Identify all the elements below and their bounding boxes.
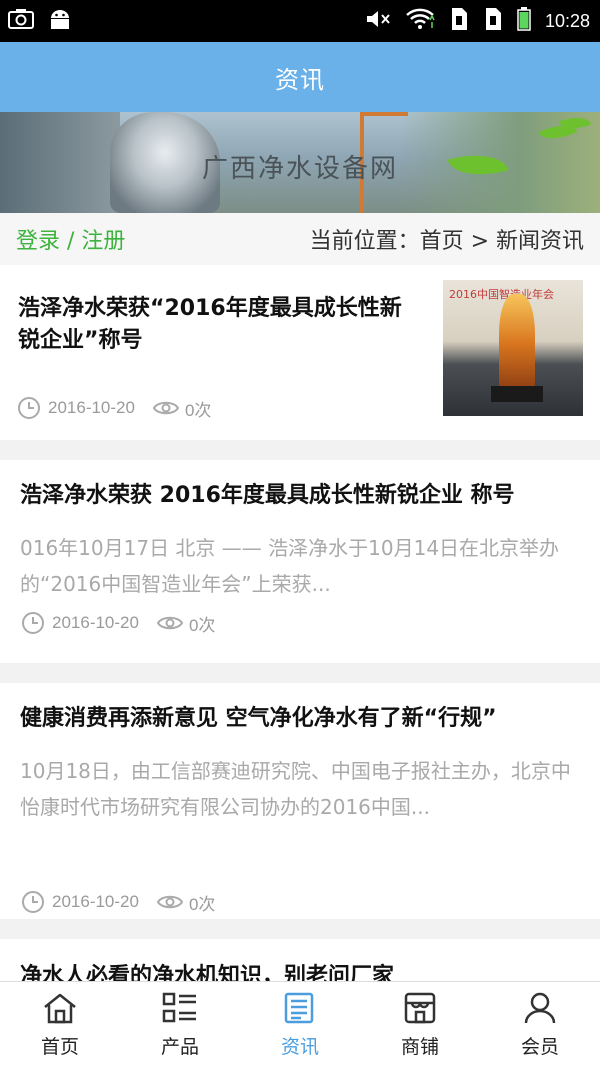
tab-label: 会员: [520, 1036, 559, 1058]
view-count: 0次: [188, 615, 216, 635]
tab-label: 资讯: [280, 1036, 319, 1058]
article-thumbnail[interactable]: 2016中国智造业年会: [443, 280, 583, 416]
battery-icon: [517, 7, 531, 35]
member-icon: [522, 992, 558, 1028]
app-header: 资讯: [0, 42, 600, 112]
news-icon: [282, 992, 318, 1028]
status-bar: 10:28: [0, 0, 600, 42]
home-icon: [42, 992, 78, 1028]
clock-icon: [16, 395, 42, 421]
view-count: 0次: [188, 894, 216, 914]
eye-icon: [156, 889, 183, 915]
article-summary: 10月18日，由工信部赛迪研究院、中国电子报社主办，北京中怡康时代市场研究有限公…: [20, 759, 571, 819]
view-count: 0次: [184, 400, 212, 420]
bottom-tab-bar: 首页 产品 资讯 商铺 会员: [0, 981, 600, 1067]
article-title[interactable]: 浩泽净水荣获“2016年度最具成长性新锐企业”称号: [18, 293, 408, 357]
article-date: 2016-10-20: [52, 892, 139, 911]
list-item[interactable]: 浩泽净水荣获 2016年度最具成长性新锐企业 称号 016年10月17日 北京 …: [0, 460, 600, 663]
breadcrumb: 当前位置：首页 > 新闻资讯: [309, 229, 584, 254]
tab-label: 商铺: [400, 1036, 439, 1058]
article-title[interactable]: 健康消费再添新意见 空气净化净水有了新“行规”: [20, 703, 586, 735]
article-date: 2016-10-20: [52, 613, 139, 632]
article-date: 2016-10-20: [48, 398, 135, 417]
tab-member[interactable]: 会员: [480, 982, 600, 1067]
shop-icon: [402, 992, 438, 1028]
product-grid-icon: [162, 992, 198, 1028]
login-register-link[interactable]: 登录 / 注册: [16, 223, 125, 255]
tab-label: 产品: [160, 1036, 199, 1058]
tab-news[interactable]: 资讯: [240, 982, 360, 1067]
camera-icon: [8, 8, 34, 34]
page-title: 资讯: [275, 65, 325, 94]
list-item[interactable]: 健康消费再添新意见 空气净化净水有了新“行规” 10月18日，由工信部赛迪研究院…: [0, 683, 600, 919]
mute-icon: [365, 8, 391, 34]
tab-label: 首页: [40, 1036, 79, 1058]
breadcrumb-bar: 登录 / 注册 当前位置：首页 > 新闻资讯: [0, 213, 600, 265]
article-meta: 2016-10-20 0次: [20, 610, 215, 636]
banner-image: 广西净水设备网: [0, 112, 600, 213]
clock-icon: [20, 889, 46, 915]
eye-icon: [152, 395, 179, 421]
article-title[interactable]: 浩泽净水荣获 2016年度最具成长性新锐企业 称号: [20, 480, 586, 512]
list-item[interactable]: 浩泽净水荣获“2016年度最具成长性新锐企业”称号 2016中国智造业年会 20…: [0, 265, 600, 440]
article-list: 浩泽净水荣获“2016年度最具成长性新锐企业”称号 2016中国智造业年会 20…: [0, 265, 600, 1019]
sim1-icon: [449, 7, 469, 35]
banner-title: 广西净水设备网: [201, 154, 398, 184]
eye-icon: [156, 610, 183, 636]
article-meta: 2016-10-20 0次: [20, 889, 215, 915]
tab-shop[interactable]: 商铺: [360, 982, 480, 1067]
tab-products[interactable]: 产品: [120, 982, 240, 1067]
trophy-image: [499, 294, 535, 392]
article-summary: 016年10月17日 北京 —— 浩泽净水于10月14日在北京举办的“2016中…: [20, 536, 560, 596]
clock-icon: [20, 610, 46, 636]
wifi-icon: [405, 8, 435, 34]
sim2-icon: [483, 7, 503, 35]
article-meta: 2016-10-20 0次: [16, 395, 211, 421]
clock: 10:28: [544, 10, 590, 31]
tab-home[interactable]: 首页: [0, 982, 120, 1067]
android-icon: [48, 8, 72, 34]
